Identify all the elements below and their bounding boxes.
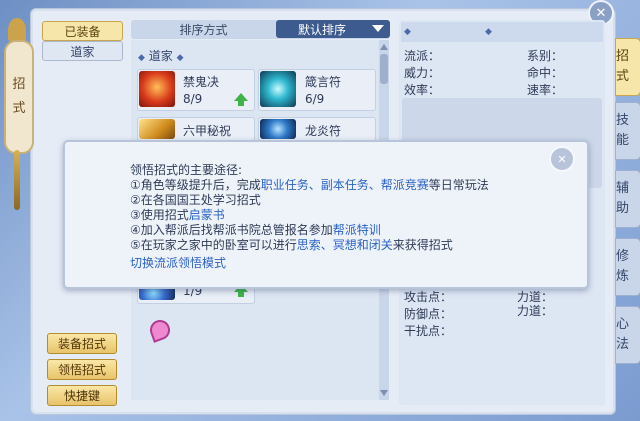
stat-interference: 干扰点： (404, 324, 453, 338)
stat-efficiency: 效率： (404, 83, 441, 97)
skill-level: 6/9 (305, 92, 325, 106)
popup-text: ③使用招式 (130, 208, 189, 222)
section-tag-char-1: 招 (12, 77, 26, 92)
tab-label: 修炼 (616, 249, 630, 284)
switch-mode-link[interactable]: 切换流派领悟模式 (130, 254, 226, 271)
category-daojia-button[interactable]: 道家 (42, 41, 123, 61)
tab-label: 技能 (616, 113, 630, 148)
tab-cultivation[interactable]: 修炼 (615, 238, 640, 296)
scroll-thumb[interactable] (380, 54, 388, 84)
tab-mind-method[interactable]: 心法 (615, 306, 640, 364)
arrow-up-stem (238, 101, 244, 106)
popup-text: ④加入帮派后找帮派书院总管报名参加 (130, 223, 333, 237)
stat-defense: 防御点： (404, 307, 453, 321)
tab-auxiliary[interactable]: 辅助 (615, 170, 640, 228)
equip-skill-button[interactable]: 装备招式 (47, 333, 117, 354)
learn-skill-button[interactable]: 领悟招式 (47, 359, 117, 380)
popup-close-button[interactable]: ✕ (549, 146, 575, 172)
stat-category: 系别： (527, 49, 564, 63)
hotkey-button[interactable]: 快捷键 (47, 385, 117, 406)
tab-label: 辅助 (616, 181, 630, 216)
stat-school: 流派： (404, 49, 441, 63)
tab-skills[interactable]: 招式 (615, 38, 640, 96)
stat-speed: 速率： (527, 83, 564, 97)
close-icon: ✕ (557, 152, 567, 166)
diamond-icon: ◆ (404, 27, 411, 37)
skill-name: 禁鬼决 (183, 75, 220, 89)
popup-highlight: 职业任务、副本任务、帮派竞赛 (260, 178, 429, 192)
skill-icon (139, 119, 175, 139)
skill-icon (260, 71, 296, 107)
popup-highlight: 帮派特训 (332, 223, 381, 237)
tassel-ornament (8, 18, 26, 42)
skill-level: 8/9 (183, 92, 203, 106)
skill-icon (139, 71, 175, 107)
scroll-up-icon[interactable] (380, 44, 388, 50)
tab-label: 招式 (616, 49, 630, 84)
scroll-down-icon[interactable] (380, 390, 388, 396)
skill-name: 龙炎符 (305, 124, 342, 138)
popup-text: 等日常玩法 (428, 178, 489, 192)
section-tag-char-2: 式 (12, 101, 26, 116)
stat-power: 威力： (404, 66, 441, 80)
diamond-icon: ◆ (485, 27, 492, 37)
group-header-label: 道家 (148, 49, 173, 63)
category-equipped-button[interactable]: 已装备 (42, 21, 123, 41)
stat-attack: 攻击点： (404, 290, 453, 304)
tab-label: 心法 (616, 317, 630, 352)
sort-label: 排序方式 (179, 23, 228, 37)
stat-force: 力道： (517, 304, 554, 318)
popup-line-5: ⑤在玩家之家中的卧室可以进行思索、冥想和闭关来获得招式 (130, 236, 453, 253)
popup-highlight: 启蒙书 (188, 208, 225, 222)
skill-name: 箴言符 (305, 75, 342, 89)
arrow-up-icon[interactable] (234, 93, 248, 101)
diamond-icon: ◆ (138, 53, 145, 63)
skill-name: 六甲秘祝 (183, 124, 232, 138)
detail-header (401, 22, 603, 42)
popup-text: ①角色等级提升后，完成 (130, 178, 261, 192)
skill-icon (260, 119, 296, 139)
close-icon: ✕ (595, 5, 607, 21)
diamond-icon: ◆ (176, 53, 184, 63)
group-header: ◆ 道家 ◆ (138, 47, 184, 64)
sort-selected-value: 默认排序 (298, 22, 347, 37)
arrow-up-stem (238, 292, 244, 297)
tab-abilities[interactable]: 技能 (615, 102, 640, 160)
stat-hit: 命中： (527, 66, 564, 80)
popup-highlight: 思索、冥想和闭关 (296, 238, 393, 252)
tassel-ornament (14, 150, 20, 210)
popup-text: ⑤在玩家之家中的卧室可以进行 (130, 238, 297, 252)
section-tag: 招 式 (4, 40, 34, 154)
popup-text: 来获得招式 (392, 238, 453, 252)
chevron-down-icon (372, 25, 384, 32)
